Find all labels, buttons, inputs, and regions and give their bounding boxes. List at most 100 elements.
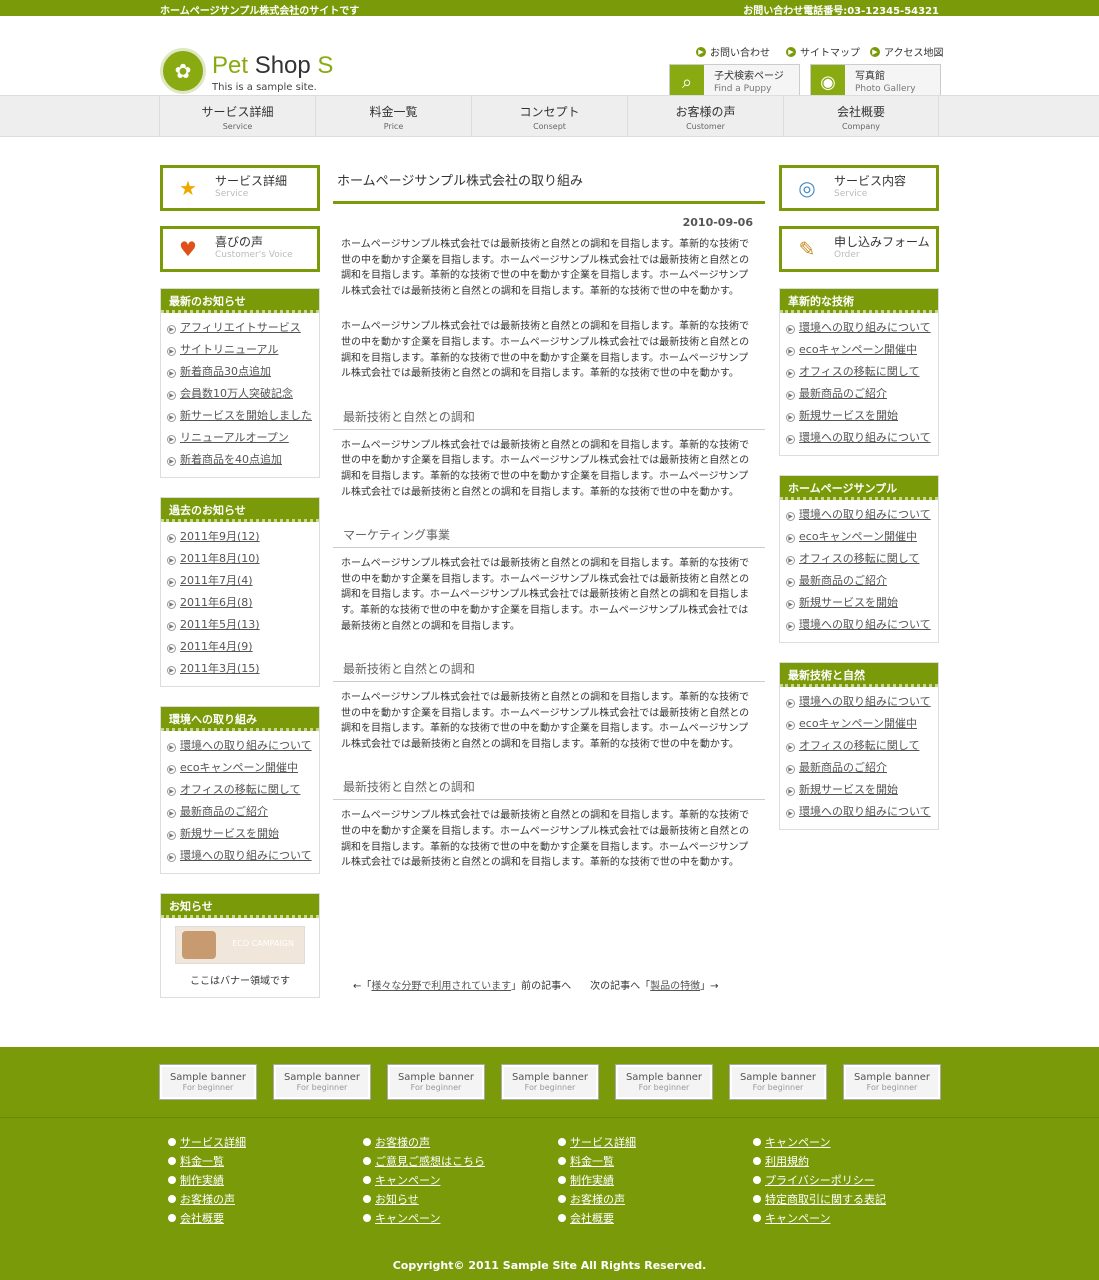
sample-banner[interactable]: Sample banner For beginner bbox=[274, 1065, 370, 1099]
list-item[interactable]: ▶ 2011年4月(9) bbox=[167, 636, 313, 658]
list-item[interactable]: ▶ ecoキャンペーン開催中 bbox=[167, 757, 313, 779]
nav-customer[interactable]: お客様の声 Customer bbox=[627, 96, 783, 136]
list-item[interactable]: ▶ 新サービスを開始しました bbox=[167, 405, 313, 427]
list-item[interactable]: ▶ オフィスの移転に関して bbox=[167, 779, 313, 801]
footer-link[interactable]: プライバシーポリシー bbox=[753, 1171, 886, 1190]
footer-link[interactable]: お客様の声 bbox=[168, 1190, 246, 1209]
side-service-content-button[interactable]: ◎ サービス内容 Service bbox=[779, 165, 939, 211]
list-item[interactable]: ▶ 新規サービスを開始 bbox=[786, 779, 932, 801]
list-item[interactable]: ▶ オフィスの移転に関して bbox=[786, 735, 932, 757]
footer-link[interactable]: キャンペーン bbox=[753, 1209, 886, 1228]
side-voice-button[interactable]: ♥ 喜びの声 Customer's Voice bbox=[160, 226, 320, 272]
list-item[interactable]: ▶ 最新商品のご紹介 bbox=[167, 801, 313, 823]
list-item[interactable]: ▶ 2011年6月(8) bbox=[167, 592, 313, 614]
list-item[interactable]: ▶ 環境への取り組みについて bbox=[167, 845, 313, 867]
header-link-contact[interactable]: ▶ お問い合わせ bbox=[696, 44, 770, 59]
list-item[interactable]: ▶ ecoキャンペーン開催中 bbox=[786, 339, 932, 361]
list-item[interactable]: ▶ 環境への取り組みについて bbox=[786, 427, 932, 449]
innovation-box: 革新的な技術 ▶ 環境への取り組みについて ▶ ecoキャンペーン開催中 ▶ オフィス… bbox=[779, 288, 939, 456]
list-item[interactable]: ▶ サイトリニューアル bbox=[167, 339, 313, 361]
list-item[interactable]: ▶ 2011年9月(12) bbox=[167, 526, 313, 548]
footer-link[interactable]: お客様の声 bbox=[558, 1190, 636, 1209]
list-item[interactable]: ▶ リニューアルオープン bbox=[167, 427, 313, 449]
box-title: 最新技術と自然 bbox=[780, 663, 938, 687]
header-link-sitemap[interactable]: ▶ サイトマップ bbox=[786, 44, 860, 59]
list-item[interactable]: ▶ 新規サービスを開始 bbox=[786, 405, 932, 427]
sample-banner[interactable]: Sample banner For beginner bbox=[616, 1065, 712, 1099]
list-item[interactable]: ▶ 最新商品のご紹介 bbox=[786, 570, 932, 592]
list-item[interactable]: ▶ 環境への取り組みについて bbox=[786, 614, 932, 636]
copyright: Copyright© 2011 Sample Site All Rights R… bbox=[392, 1259, 707, 1272]
footer-link[interactable]: 制作実績 bbox=[558, 1171, 636, 1190]
side-order-form-button[interactable]: ✎ 申し込みフォーム Order bbox=[779, 226, 939, 272]
list-item[interactable]: ▶ 最新商品のご紹介 bbox=[786, 757, 932, 779]
footer-link[interactable]: サービス詳細 bbox=[558, 1133, 636, 1152]
footer-link[interactable]: 特定商取引に関する表記 bbox=[753, 1190, 886, 1209]
nav-price[interactable]: 料金一覧 Price bbox=[315, 96, 471, 136]
list-item[interactable]: ▶ ecoキャンペーン開催中 bbox=[786, 526, 932, 548]
footer-link[interactable]: キャンペーン bbox=[753, 1133, 886, 1152]
footer-link[interactable]: 会社概要 bbox=[558, 1209, 636, 1228]
list-item[interactable]: ▶ 新着商品を40点追加 bbox=[167, 449, 313, 471]
list-item[interactable]: ▶ 環境への取り組みについて bbox=[786, 317, 932, 339]
footer-link[interactable]: 利用規約 bbox=[753, 1152, 886, 1171]
eco-campaign-banner[interactable]: ECO CAMPAIGN bbox=[175, 926, 305, 964]
arrow-icon: ▶ bbox=[167, 413, 176, 422]
nav-service[interactable]: サービス詳細 Service bbox=[159, 96, 315, 136]
paragraph: ホームページサンプル株式会社では最新技術と自然との調和を目指します。革新的な技術… bbox=[341, 439, 750, 498]
list-item[interactable]: ▶ 2011年8月(10) bbox=[167, 548, 313, 570]
sample-banner[interactable]: Sample banner For beginner bbox=[844, 1065, 940, 1099]
next-article-link[interactable]: 製品の特徴 bbox=[650, 981, 700, 992]
footer-link[interactable]: キャンペーン bbox=[363, 1209, 485, 1228]
list-item[interactable]: ▶ 環境への取り組みについて bbox=[786, 691, 932, 713]
list-item[interactable]: ▶ 新規サービスを開始 bbox=[786, 592, 932, 614]
list-item[interactable]: ▶ 環境への取り組みについて bbox=[167, 735, 313, 757]
list-item[interactable]: ▶ オフィスの移転に関して bbox=[786, 548, 932, 570]
footer-col-4: キャンペーン 利用規約 プライバシーポリシー 特定商取引に関する表記 キャンペー… bbox=[753, 1133, 886, 1228]
footer-link[interactable]: 料金一覧 bbox=[558, 1152, 636, 1171]
side-service-button[interactable]: ★ サービス詳細 Service bbox=[160, 165, 320, 211]
list-item[interactable]: ▶ 2011年3月(15) bbox=[167, 658, 313, 680]
banner-caption: ここはバナー領域です bbox=[190, 976, 290, 987]
sample-banner[interactable]: Sample banner For beginner bbox=[502, 1065, 598, 1099]
sample-banner[interactable]: Sample banner For beginner bbox=[388, 1065, 484, 1099]
footer-link[interactable]: 会社概要 bbox=[168, 1209, 246, 1228]
sample-banner[interactable]: Sample banner For beginner bbox=[730, 1065, 826, 1099]
prev-article-link[interactable]: 様々な分野で利用されています bbox=[371, 981, 511, 992]
nav-company[interactable]: 会社概要 Company bbox=[783, 96, 939, 136]
arrow-icon: ▶ bbox=[167, 391, 176, 400]
heart-icon: ♥ bbox=[179, 237, 197, 261]
footer-link[interactable]: ご意見ご感想はこちら bbox=[363, 1152, 485, 1171]
box-title: ホームページサンプル bbox=[780, 476, 938, 500]
sample-banner[interactable]: Sample banner For beginner bbox=[160, 1065, 256, 1099]
paw-logo-icon[interactable]: ✿ bbox=[160, 48, 206, 94]
list-item[interactable]: ▶ 会員数10万人突破記念 bbox=[167, 383, 313, 405]
footer-link[interactable]: 制作実績 bbox=[168, 1171, 246, 1190]
list-item[interactable]: ▶ アフィリエイトサービス bbox=[167, 317, 313, 339]
nav-concept[interactable]: コンセプト Consept bbox=[471, 96, 627, 136]
list-item[interactable]: ▶ 環境への取り組みについて bbox=[786, 801, 932, 823]
header: ✿ Pet Shop S This is a sample site. ▶ お問い… bbox=[0, 16, 1099, 101]
list-item[interactable]: ▶ 新着商品30点追加 bbox=[167, 361, 313, 383]
list-item[interactable]: ▶ ecoキャンペーン開催中 bbox=[786, 713, 932, 735]
footer-link[interactable]: サービス詳細 bbox=[168, 1133, 246, 1152]
list-item[interactable]: ▶ 最新商品のご紹介 bbox=[786, 383, 932, 405]
list-item[interactable]: ▶ 2011年5月(13) bbox=[167, 614, 313, 636]
list-item[interactable]: ▶ 2011年7月(4) bbox=[167, 570, 313, 592]
arrow-icon: ▶ bbox=[786, 413, 795, 422]
list-item[interactable]: ▶ 環境への取り組みについて bbox=[786, 504, 932, 526]
footer-link[interactable]: キャンペーン bbox=[363, 1171, 485, 1190]
list-item[interactable]: ▶ 新規サービスを開始 bbox=[167, 823, 313, 845]
arrow-icon: ▶ bbox=[786, 512, 795, 521]
arrow-icon: ▶ bbox=[167, 831, 176, 840]
header-link-access[interactable]: ▶ アクセス地図 bbox=[870, 44, 944, 59]
footer-link[interactable]: お客様の声 bbox=[363, 1133, 485, 1152]
footer-link[interactable]: 料金一覧 bbox=[168, 1152, 246, 1171]
list-item[interactable]: ▶ オフィスの移転に関して bbox=[786, 361, 932, 383]
logo-title[interactable]: Pet Shop S bbox=[212, 52, 333, 80]
box-title: 環境への取り組み bbox=[161, 707, 319, 731]
site-tagline: ホームページサンプル株式会社のサイトです bbox=[160, 6, 360, 17]
footer-link[interactable]: お知らせ bbox=[363, 1190, 485, 1209]
paragraph: ホームページサンプル株式会社では最新技術と自然との調和を目指します。革新的な技術… bbox=[341, 321, 750, 380]
arrow-icon: ▶ bbox=[786, 809, 795, 818]
